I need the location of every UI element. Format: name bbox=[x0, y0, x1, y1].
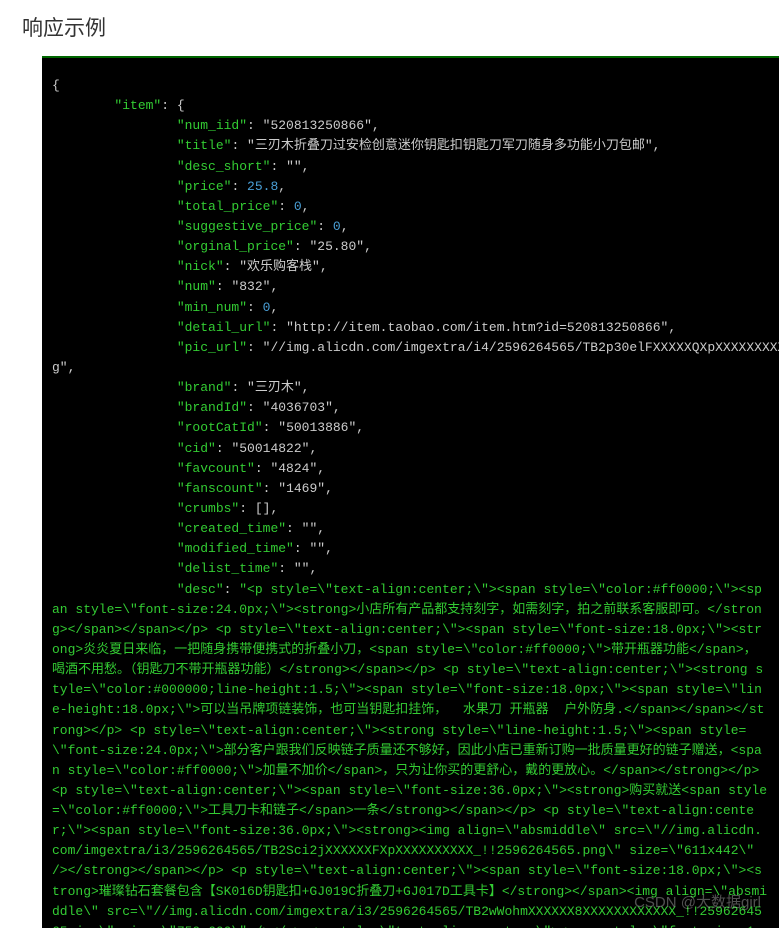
json-code-block: { "item": { "num_iid": "520813250866", "… bbox=[42, 56, 779, 928]
section-heading: 响应示例 bbox=[0, 0, 779, 56]
